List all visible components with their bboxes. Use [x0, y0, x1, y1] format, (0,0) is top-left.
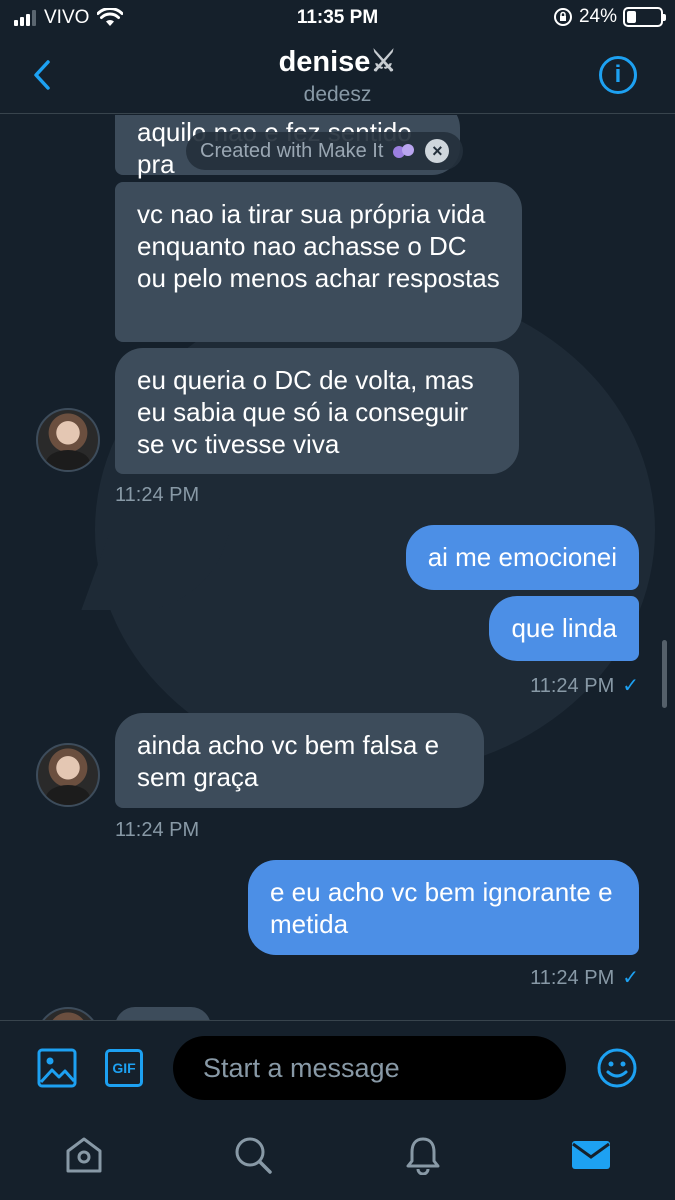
message-bubble-sent[interactable]: que linda: [489, 596, 639, 661]
status-bar: VIVO 11:35 PM 24%: [0, 0, 675, 36]
search-icon[interactable]: [233, 1135, 273, 1175]
avatar[interactable]: [36, 408, 100, 472]
scrollbar[interactable]: [662, 640, 667, 708]
battery-icon: [623, 7, 666, 27]
gif-icon[interactable]: GIF: [105, 1049, 143, 1087]
mail-icon[interactable]: [570, 1135, 612, 1175]
read-check-icon: ✓: [622, 675, 639, 697]
swords-emoji: ⚔: [370, 46, 397, 78]
message-bubble-received[interactable]: eu queria o DC de volta, mas eu sabia qu…: [115, 348, 519, 474]
read-check-icon: ✓: [622, 967, 639, 989]
status-right: 24%: [553, 6, 666, 28]
conversation-title-group[interactable]: denise⚔ dedesz: [0, 44, 675, 107]
contact-name: denise: [278, 46, 371, 78]
image-icon[interactable]: [37, 1048, 77, 1088]
message-timestamp: 11:24 PM ✓: [530, 675, 639, 697]
avatar[interactable]: [36, 743, 100, 807]
message-bubble-received[interactable]: vc nao ia tirar sua própria vida enquant…: [115, 182, 522, 342]
bell-icon[interactable]: [403, 1135, 443, 1175]
close-icon[interactable]: ×: [425, 139, 450, 163]
message-thread[interactable]: aquilo nao e fez sentido pra Created wit…: [0, 115, 675, 1020]
battery-percent: 24%: [578, 6, 617, 27]
message-timestamp: 11:24 PM: [115, 484, 200, 506]
avatar[interactable]: [36, 1007, 100, 1020]
home-icon[interactable]: [64, 1135, 104, 1175]
emoji-icon[interactable]: [596, 1047, 638, 1089]
message-timestamp: 11:24 PM ✓: [530, 967, 639, 989]
info-icon[interactable]: i: [599, 56, 637, 94]
message-bubble-received[interactable]: [115, 1007, 211, 1020]
orientation-lock-icon: [553, 8, 572, 26]
message-timestamp: 11:24 PM: [115, 819, 200, 841]
tab-bar: [0, 1115, 675, 1200]
message-bubble-sent[interactable]: ai me emocionei: [405, 525, 639, 590]
contact-handle: dedesz: [303, 83, 372, 106]
watermark-badge: Created with Make It ×: [186, 132, 464, 170]
conversation-header: denise⚔ dedesz i: [0, 36, 675, 114]
conversation-title: denise⚔: [0, 44, 675, 79]
bubbles-icon: [393, 142, 415, 160]
message-bubble-received[interactable]: ainda acho vc bem falsa e sem graça: [115, 713, 484, 808]
message-bubble-sent[interactable]: e eu acho vc bem ignorante e metida: [248, 860, 639, 955]
message-input[interactable]: Start a message: [173, 1036, 566, 1100]
message-input-placeholder: Start a message: [203, 1052, 400, 1083]
composer-bar: GIF Start a message: [0, 1020, 675, 1115]
